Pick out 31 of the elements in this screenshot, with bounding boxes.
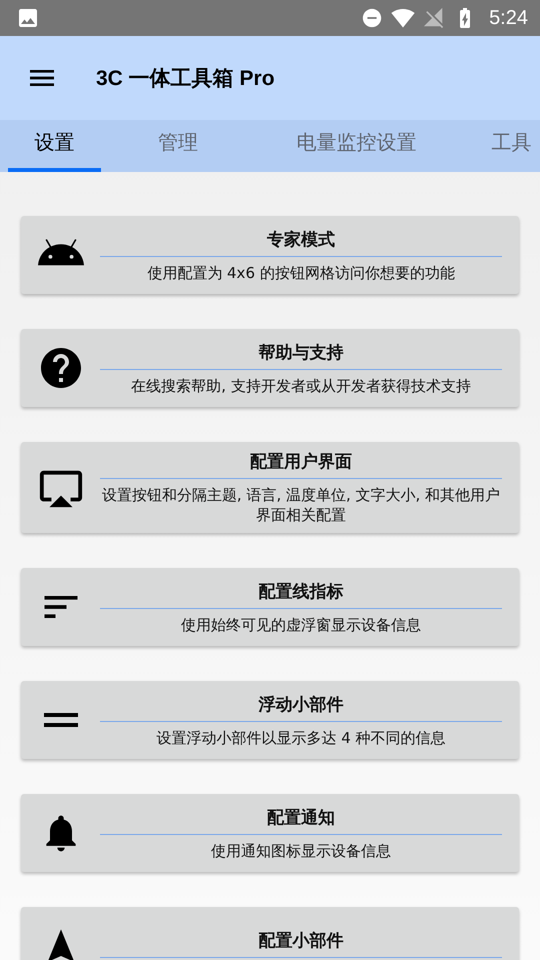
card-title: 配置线指标	[258, 580, 344, 604]
tab[interactable]: 电量监控设置	[285, 120, 428, 172]
card-title: 配置小部件	[258, 930, 344, 952]
card-title: 帮助与支持	[258, 342, 344, 364]
settings-card[interactable]: 专家模式 使用配置为 4x6 的按钮网格访问你想要的功能	[21, 216, 519, 294]
card-description: 使用配置为 4x6 的按钮网格访问你想要的功能	[147, 262, 455, 282]
settings-card[interactable]: 配置用户界面 设置按钮和分隔主题, 语言, 温度单位, 文字大小, 和其他用户界面相关配置	[21, 442, 519, 533]
card-description: 设置浮动小部件以显示多达 4 种不同的信息	[156, 728, 446, 748]
card-description: 设置按钮和分隔主题, 语言, 温度单位, 文字大小, 和其他用户界面相关配置	[100, 485, 502, 525]
wifi-icon	[391, 6, 416, 30]
card-title: 配置用户界面	[250, 451, 352, 474]
tab[interactable]: 设置	[8, 120, 101, 172]
status-time: 5:24	[489, 6, 528, 30]
equals-icon	[44, 713, 78, 727]
card-title: 专家模式	[267, 228, 335, 252]
settings-card[interactable]: 浮动小部件 设置浮动小部件以显示多达 4 种不同的信息	[21, 681, 519, 759]
app-title: 3C 一体工具箱 Pro	[96, 66, 275, 92]
card-title: 浮动小部件	[258, 694, 344, 716]
image-icon	[16, 6, 40, 30]
card-title: 配置通知	[267, 806, 335, 830]
tab[interactable]: 管理	[132, 120, 224, 172]
card-description: 使用通知图标显示设备信息	[211, 840, 391, 860]
do-not-disturb-icon	[361, 7, 384, 29]
card-description: 使用始终可见的虚浮窗显示设备信息	[181, 614, 421, 634]
no-signal-icon	[423, 7, 446, 29]
settings-card[interactable]: 配置小部件	[21, 907, 519, 960]
card-description: 在线搜索帮助, 支持开发者或从开发者获得技术支持	[131, 376, 471, 396]
settings-card[interactable]: 配置线指标 使用始终可见的虚浮窗显示设备信息	[21, 568, 519, 646]
settings-card[interactable]: 帮助与支持 在线搜索帮助, 支持开发者或从开发者获得技术支持	[21, 329, 519, 407]
tab[interactable]: 工具	[483, 120, 540, 172]
settings-card[interactable]: 配置通知 使用通知图标显示设备信息	[21, 794, 519, 872]
